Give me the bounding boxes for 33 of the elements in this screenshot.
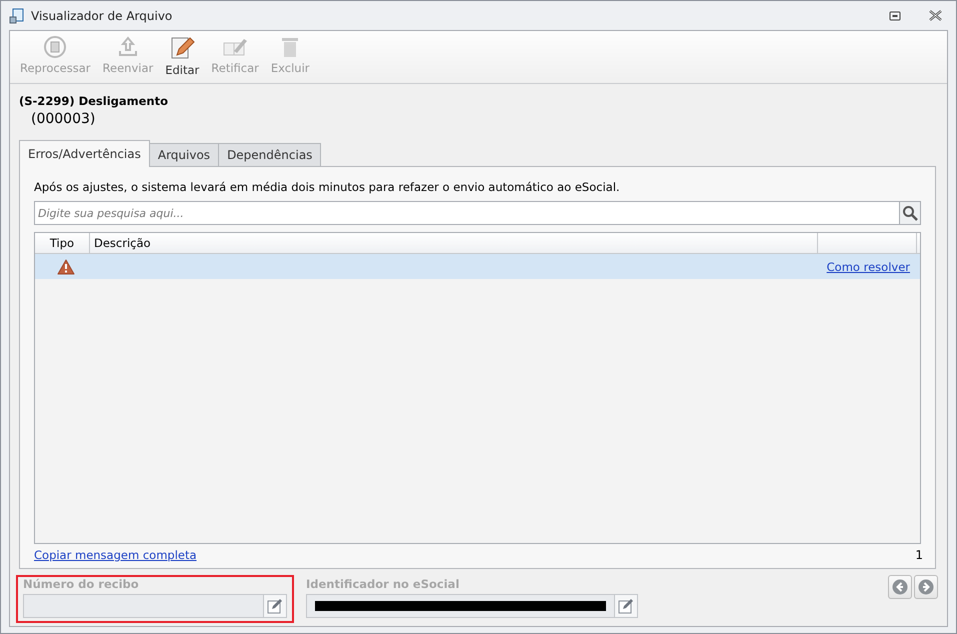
edit-field-button[interactable] — [263, 595, 286, 617]
input-field[interactable] — [306, 594, 638, 618]
edit-icon — [267, 598, 283, 614]
tab[interactable]: Arquivos — [148, 143, 220, 166]
warning-icon — [57, 258, 75, 274]
previous-button[interactable] — [888, 575, 912, 599]
search-button[interactable] — [899, 201, 921, 225]
search-field[interactable]: Digite sua pesquisa aqui... — [34, 201, 899, 225]
pencil-paper-icon — [169, 35, 196, 61]
edit-field-button[interactable] — [614, 595, 637, 617]
input-field[interactable] — [23, 594, 287, 618]
column-header[interactable]: Descrição — [90, 233, 818, 253]
field-label: Número do recibo — [23, 577, 140, 591]
search-icon — [902, 205, 918, 221]
record-number: (000003) — [31, 111, 96, 127]
edit-icon — [618, 598, 634, 614]
next-button[interactable] — [914, 575, 938, 599]
table-row[interactable]: Como resolver — [35, 254, 920, 279]
reprocess-icon — [43, 35, 68, 59]
window-title: Visualizador de Arquivo — [31, 8, 174, 22]
toolbar-button[interactable]: Editar — [161, 35, 204, 83]
row-count: 1 — [915, 548, 923, 562]
copy-message-link[interactable]: Copiar mensagem completa — [34, 548, 197, 562]
how-to-resolve-link[interactable]: Como resolver — [826, 260, 910, 274]
record-title: (S-2299) Desligamento — [19, 94, 170, 108]
column-header[interactable]: Tipo — [35, 233, 90, 253]
restore-icon[interactable] — [889, 10, 901, 20]
tab[interactable]: Erros/Advertências — [19, 140, 150, 167]
close-icon[interactable] — [929, 10, 942, 21]
field-label: Identificador no eSocial — [306, 577, 460, 591]
notice-text: Após os ajustes, o sistema levará em média dois minutos para refazer o envio automático ao eSocial. — [34, 180, 621, 194]
document-viewer-icon — [9, 8, 25, 24]
tab[interactable]: Dependências — [218, 143, 322, 166]
